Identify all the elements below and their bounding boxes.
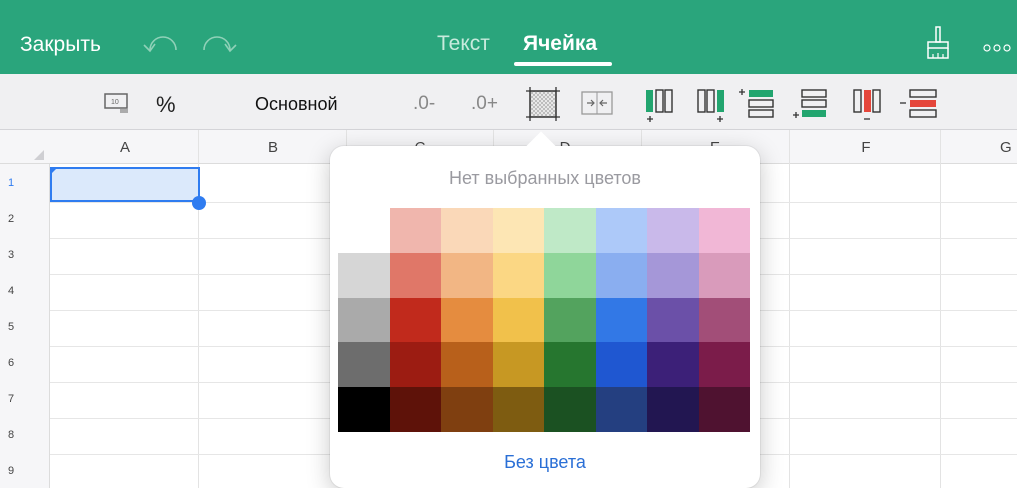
color-swatch[interactable] bbox=[544, 208, 596, 253]
format-toolbar: 10 % Основной .0- .0+ bbox=[0, 74, 1017, 130]
color-swatch[interactable] bbox=[338, 252, 390, 298]
svg-text:10: 10 bbox=[111, 99, 119, 106]
top-bar: Закрыть Текст Ячейка bbox=[0, 0, 1017, 74]
column-header-g[interactable]: G bbox=[1000, 139, 1017, 156]
color-swatch[interactable] bbox=[544, 297, 596, 343]
row-header-9[interactable]: 9 bbox=[8, 465, 14, 477]
color-swatch[interactable] bbox=[647, 387, 699, 432]
column-divider bbox=[940, 130, 941, 488]
color-swatch[interactable] bbox=[389, 252, 441, 298]
selected-cell-a1[interactable] bbox=[50, 167, 200, 202]
add-column-after-icon[interactable] bbox=[697, 88, 727, 129]
column-header-b[interactable]: B bbox=[248, 139, 298, 156]
color-swatch[interactable] bbox=[389, 208, 441, 253]
color-swatch[interactable] bbox=[441, 252, 493, 298]
color-swatch[interactable] bbox=[441, 342, 493, 388]
color-swatch[interactable] bbox=[389, 297, 441, 343]
color-swatch[interactable] bbox=[647, 342, 699, 388]
selection-corner-marker bbox=[50, 167, 58, 175]
color-swatch[interactable] bbox=[698, 387, 750, 432]
color-swatch[interactable] bbox=[389, 387, 441, 432]
decrease-decimals-button[interactable]: .0- bbox=[413, 93, 435, 115]
column-header-a[interactable]: A bbox=[100, 139, 150, 156]
color-swatch[interactable] bbox=[492, 387, 544, 432]
color-swatch[interactable] bbox=[595, 208, 647, 253]
active-tab-indicator bbox=[514, 62, 612, 66]
select-all-corner[interactable] bbox=[34, 150, 44, 160]
add-row-below-icon[interactable] bbox=[792, 86, 832, 125]
color-swatch[interactable] bbox=[698, 252, 750, 298]
tab-text[interactable]: Текст bbox=[437, 32, 490, 56]
color-swatch[interactable] bbox=[492, 252, 544, 298]
color-swatch[interactable] bbox=[441, 297, 493, 343]
color-swatch[interactable] bbox=[338, 208, 390, 253]
row-header-8[interactable]: 8 bbox=[8, 429, 14, 441]
undo-icon[interactable] bbox=[140, 30, 184, 56]
color-swatch[interactable] bbox=[338, 387, 390, 432]
color-swatch[interactable] bbox=[595, 342, 647, 388]
row-header-2[interactable]: 2 bbox=[8, 213, 14, 225]
color-swatch[interactable] bbox=[492, 297, 544, 343]
add-column-before-icon[interactable] bbox=[645, 88, 675, 129]
color-swatch[interactable] bbox=[698, 342, 750, 388]
row-header-7[interactable]: 7 bbox=[8, 393, 14, 405]
color-swatch[interactable] bbox=[389, 342, 441, 388]
color-swatch[interactable] bbox=[698, 208, 750, 253]
number-format-selector[interactable]: Основной bbox=[255, 94, 338, 115]
color-swatch[interactable] bbox=[338, 297, 390, 343]
row-header-6[interactable]: 6 bbox=[8, 357, 14, 369]
more-icon[interactable] bbox=[983, 40, 1017, 52]
color-swatch[interactable] bbox=[595, 252, 647, 298]
color-swatch[interactable] bbox=[338, 342, 390, 388]
add-row-above-icon[interactable] bbox=[738, 86, 778, 125]
row-header-1[interactable]: 1 bbox=[8, 177, 14, 189]
color-swatch[interactable] bbox=[544, 387, 596, 432]
fill-color-popover: Нет выбранных цветов Без цвета bbox=[330, 131, 760, 488]
tab-cell[interactable]: Ячейка bbox=[523, 32, 597, 56]
color-swatch[interactable] bbox=[595, 297, 647, 343]
selection-resize-handle[interactable] bbox=[192, 196, 206, 210]
row-header-5[interactable]: 5 bbox=[8, 321, 14, 333]
color-swatch-grid bbox=[338, 208, 750, 432]
color-swatch[interactable] bbox=[698, 297, 750, 343]
redo-icon[interactable] bbox=[196, 30, 240, 56]
paintbrush-icon[interactable] bbox=[925, 26, 951, 62]
color-swatch[interactable] bbox=[544, 252, 596, 298]
delete-column-icon[interactable] bbox=[853, 88, 883, 129]
increase-decimals-button[interactable]: .0+ bbox=[471, 93, 498, 115]
color-swatch[interactable] bbox=[647, 297, 699, 343]
number-format-icon[interactable]: 10 bbox=[104, 91, 130, 118]
no-color-button[interactable]: Без цвета bbox=[330, 452, 760, 473]
row-header-3[interactable]: 3 bbox=[8, 249, 14, 261]
row-headers: 1 2 3 4 5 6 7 8 9 bbox=[0, 164, 50, 488]
column-header-f[interactable]: F bbox=[841, 139, 891, 156]
delete-row-icon[interactable] bbox=[898, 86, 942, 125]
color-swatch[interactable] bbox=[544, 342, 596, 388]
color-swatch[interactable] bbox=[595, 387, 647, 432]
color-swatch[interactable] bbox=[441, 208, 493, 253]
popover-title: Нет выбранных цветов bbox=[448, 168, 641, 188]
row-header-4[interactable]: 4 bbox=[8, 285, 14, 297]
color-swatch[interactable] bbox=[492, 342, 544, 388]
cell-fill-icon[interactable] bbox=[523, 84, 563, 129]
merge-cells-icon[interactable] bbox=[581, 91, 613, 120]
column-divider bbox=[789, 130, 790, 488]
color-swatch[interactable] bbox=[441, 387, 493, 432]
close-button[interactable]: Закрыть bbox=[20, 33, 101, 57]
color-swatch[interactable] bbox=[647, 208, 699, 253]
color-swatch[interactable] bbox=[647, 252, 699, 298]
percent-button[interactable]: % bbox=[156, 92, 176, 118]
color-swatch[interactable] bbox=[492, 208, 544, 253]
